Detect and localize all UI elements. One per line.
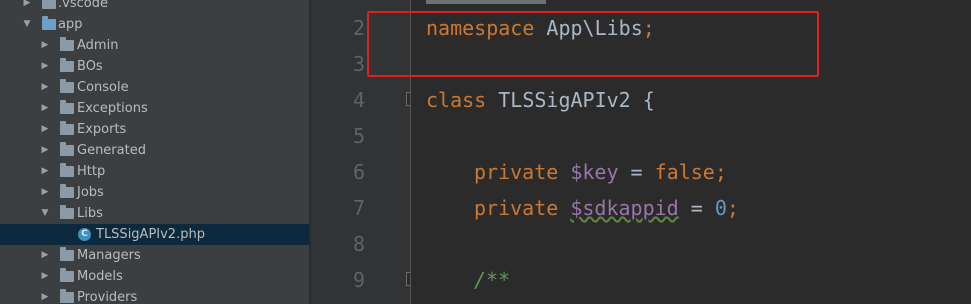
folder-icon: [60, 142, 74, 156]
tree-item-console[interactable]: ▶ Console: [0, 77, 309, 98]
line-number: 4: [352, 88, 365, 112]
chevron-right-icon[interactable]: ▶: [40, 182, 50, 203]
value-token: false: [654, 160, 715, 184]
chevron-down-icon[interactable]: ▼: [22, 14, 32, 35]
tree-item-vscode[interactable]: ▶ .vscode: [0, 0, 309, 14]
tree-item-bos[interactable]: ▶ BOs: [0, 56, 309, 77]
folder-icon: [60, 205, 74, 219]
line-number: 9: [352, 268, 365, 292]
chevron-right-icon[interactable]: ▶: [22, 0, 32, 14]
line-number: 8: [352, 232, 365, 256]
line-number: 5: [352, 124, 365, 148]
folder-icon: [60, 121, 74, 135]
chevron-right-icon[interactable]: ▶: [40, 77, 50, 98]
tree-item-http[interactable]: ▶ Http: [0, 161, 309, 182]
folder-icon: [60, 163, 74, 177]
tree-item-app[interactable]: ▼ app: [0, 14, 309, 35]
previous-line-fragment: [426, 0, 546, 4]
value-token: 0: [714, 196, 727, 220]
folder-icon: [42, 0, 56, 9]
highlight-annotation: [367, 11, 819, 77]
line-number: 6: [352, 160, 365, 184]
chevron-right-icon[interactable]: ▶: [40, 35, 50, 56]
line-number: 2: [352, 16, 365, 40]
chevron-right-icon[interactable]: ▶: [40, 287, 50, 304]
chevron-right-icon[interactable]: ▶: [40, 266, 50, 287]
tree-item-tlssigapiv2-php[interactable]: C TLSSigAPIv2.php: [0, 224, 309, 245]
chevron-right-icon[interactable]: ▶: [40, 161, 50, 182]
folder-icon: [60, 37, 74, 51]
chevron-right-icon[interactable]: ▶: [40, 56, 50, 77]
tree-item-jobs[interactable]: ▶ Jobs: [0, 182, 309, 203]
folder-icon: [60, 100, 74, 114]
tree-item-generated[interactable]: ▶ Generated: [0, 140, 309, 161]
folder-icon: [42, 16, 56, 30]
comment-token: /**: [474, 268, 511, 292]
tree-item-models[interactable]: ▶ Models: [0, 266, 309, 287]
keyword-token: private: [474, 160, 559, 184]
tree-item-admin[interactable]: ▶ Admin: [0, 35, 309, 56]
chevron-right-icon[interactable]: ▶: [40, 140, 50, 161]
line-number: 7: [352, 196, 365, 220]
folder-icon: [60, 58, 74, 72]
code-line-6: private $key = false;: [474, 160, 727, 184]
semicolon-token: ;: [714, 160, 727, 184]
folder-icon: [60, 79, 74, 93]
keyword-token: class: [426, 88, 487, 112]
keyword-token: private: [474, 196, 559, 220]
chevron-right-icon[interactable]: ▶: [40, 119, 50, 140]
php-class-icon: C: [78, 228, 91, 241]
code-line-7: private $sdkappid = 0;: [474, 196, 739, 220]
operator-token: =: [678, 196, 715, 220]
tree-item-exceptions[interactable]: ▶ Exceptions: [0, 98, 309, 119]
folder-icon: [60, 184, 74, 198]
tree-item-managers[interactable]: ▶ Managers: [0, 245, 309, 266]
variable-token: $sdkappid: [570, 196, 679, 220]
chevron-right-icon[interactable]: ▶: [40, 98, 50, 119]
code-line-9: /**: [474, 268, 510, 292]
code-line-4: class TLSSigAPIv2 {: [426, 88, 655, 112]
folder-icon: [60, 268, 74, 282]
semicolon-token: ;: [726, 196, 739, 220]
folder-icon: [60, 289, 74, 303]
tree-item-providers[interactable]: ▶ Providers: [0, 287, 309, 304]
folder-icon: [60, 247, 74, 261]
tree-item-exports[interactable]: ▶ Exports: [0, 119, 309, 140]
line-number: 3: [352, 52, 365, 76]
variable-token: $key: [570, 160, 619, 184]
class-name-token: TLSSigAPIv2 {: [486, 88, 655, 112]
chevron-right-icon[interactable]: ▶: [40, 245, 50, 266]
tree-item-libs[interactable]: ▼ Libs: [0, 203, 309, 224]
operator-token: =: [618, 160, 655, 184]
chevron-down-icon[interactable]: ▼: [40, 203, 50, 224]
project-tree: ▶ .vscode ▼ app ▶ Admin ▶ BOs ▶ Console …: [0, 0, 309, 304]
